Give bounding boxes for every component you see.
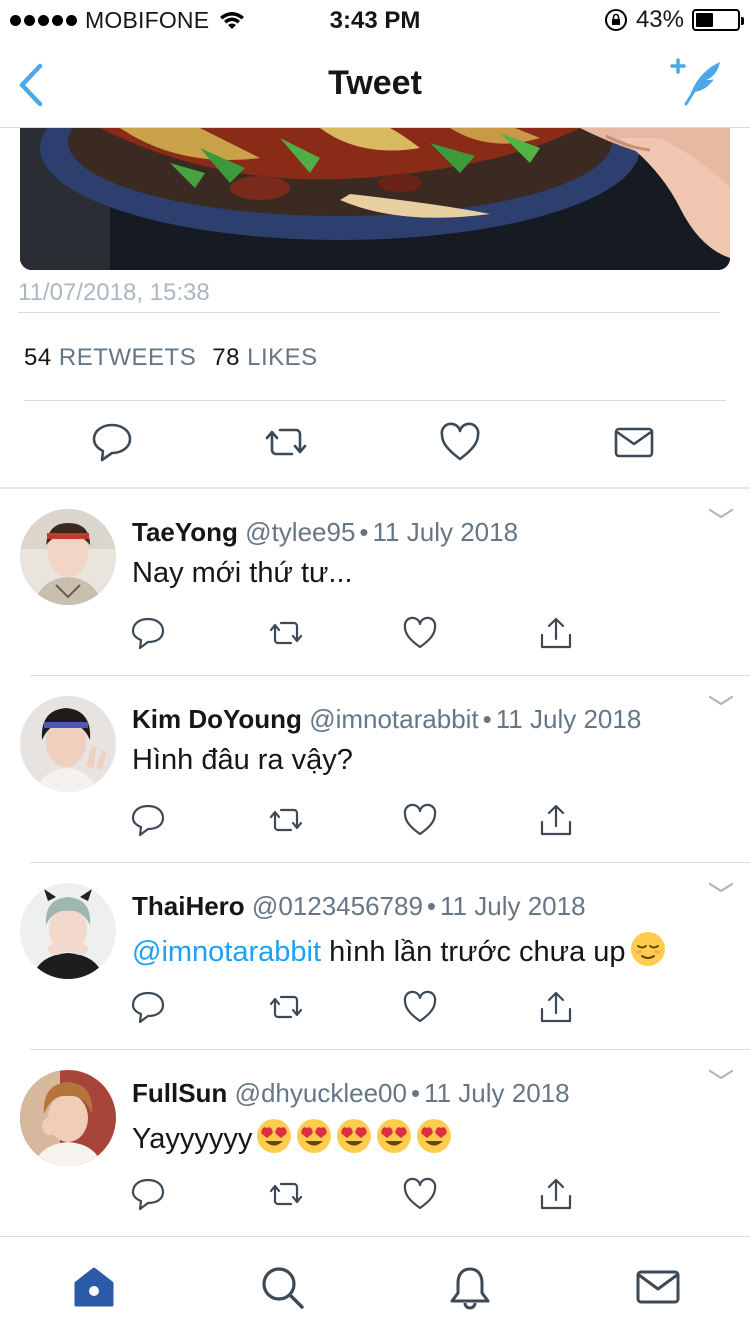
likes-label: LIKES <box>247 344 318 371</box>
retweet-icon[interactable] <box>268 989 304 1025</box>
reply-text: Hình đâu ra vậy? <box>132 744 353 776</box>
tab-bar <box>0 1236 750 1334</box>
retweets-stat[interactable]: 54 RETWEETS <box>24 344 196 371</box>
tab-messages[interactable] <box>634 1263 682 1311</box>
battery-percent: 43% <box>635 6 684 33</box>
status-right: 43% <box>604 6 744 34</box>
avatar[interactable] <box>20 696 116 792</box>
reply-icon[interactable] <box>130 615 166 651</box>
reply-header: TaeYong @tylee95 • 11 July 2018 <box>132 517 518 548</box>
user-handle[interactable]: @imnotarabbit <box>309 704 478 734</box>
user-name[interactable]: FullSun <box>132 1078 227 1108</box>
reply-item[interactable]: ThaiHero @0123456789 • 11 July 2018 @imnot… <box>0 863 750 1050</box>
reply-icon[interactable] <box>130 802 166 838</box>
retweets-label: RETWEETS <box>58 344 197 371</box>
tab-home[interactable] <box>70 1263 118 1311</box>
divider <box>24 400 726 401</box>
reply-text: @imnotarabbit hình lần trước chưa up <box>132 931 666 969</box>
reply-date: 11 July 2018 <box>440 891 586 921</box>
reply-item[interactable]: Kim DoYoung @imnotarabbit • 11 July 2018 H… <box>0 676 750 863</box>
retweets-count: 54 <box>24 344 52 371</box>
reply-date: 11 July 2018 <box>495 704 642 734</box>
chevron-down-icon[interactable] <box>708 507 734 521</box>
user-name[interactable]: TaeYong <box>132 517 238 547</box>
user-name[interactable]: Kim DoYoung <box>132 704 302 734</box>
divider <box>18 312 720 313</box>
user-handle[interactable]: @dhyucklee00 <box>235 1078 407 1108</box>
heart-eyes-emoji-icon <box>417 1119 452 1153</box>
user-handle[interactable]: @tylee95 <box>245 517 355 547</box>
reply-actions <box>130 802 590 838</box>
user-name[interactable]: ThaiHero <box>132 891 245 921</box>
avatar[interactable] <box>20 1070 116 1166</box>
reply-item[interactable]: FullSun @dhyucklee00 • 11 July 2018 Yayyyy… <box>0 1050 750 1237</box>
separator: • <box>359 517 369 547</box>
retweet-button[interactable] <box>264 420 308 464</box>
separator: • <box>482 704 492 734</box>
reply-header: Kim DoYoung @imnotarabbit • 11 July 2018 <box>132 704 641 735</box>
reply-text: Nay mới thứ tư... <box>132 557 353 589</box>
reply-icon[interactable] <box>130 989 166 1025</box>
share-icon[interactable] <box>538 802 574 838</box>
battery-icon <box>692 9 744 31</box>
mention-link[interactable]: @imnotarabbit <box>132 936 321 968</box>
relieved-face-emoji-icon <box>630 932 665 966</box>
likes-stat[interactable]: 78 LIKES <box>212 344 317 371</box>
reply-date: 11 July 2018 <box>372 517 519 547</box>
share-icon[interactable] <box>538 615 574 651</box>
tweet-stats: 54 RETWEETS 78 LIKES <box>24 344 318 372</box>
orientation-lock-icon <box>604 9 627 31</box>
heart-eyes-emoji-icon <box>337 1119 372 1153</box>
share-icon[interactable] <box>538 1176 574 1212</box>
reply-actions <box>130 989 590 1025</box>
reply-text: Yayyyyyy <box>132 1118 452 1156</box>
avatar[interactable] <box>20 883 116 979</box>
heart-eyes-emoji-icon <box>297 1119 332 1153</box>
reply-header: FullSun @dhyucklee00 • 11 July 2018 <box>132 1078 570 1109</box>
heart-eyes-emoji-icon <box>377 1119 412 1153</box>
like-icon[interactable] <box>402 1176 438 1212</box>
nav-bar: Tweet <box>0 40 750 128</box>
like-icon[interactable] <box>402 802 438 838</box>
likes-count: 78 <box>212 344 240 371</box>
reply-icon[interactable] <box>130 1176 166 1212</box>
page-title: Tweet <box>328 64 422 102</box>
separator: • <box>410 1078 421 1108</box>
like-button[interactable] <box>438 420 482 464</box>
tweet-actions <box>0 420 750 470</box>
chevron-down-icon[interactable] <box>708 1068 734 1082</box>
reply-button[interactable] <box>90 420 134 464</box>
retweet-icon[interactable] <box>268 615 304 651</box>
heart-eyes-emoji-icon <box>257 1119 292 1153</box>
chevron-down-icon[interactable] <box>708 694 734 708</box>
reply-actions <box>130 1176 590 1212</box>
like-icon[interactable] <box>402 989 438 1025</box>
like-icon[interactable] <box>402 615 438 651</box>
retweet-icon[interactable] <box>268 802 304 838</box>
status-bar: MOBIFONE 3:43 PM 43% <box>0 0 750 40</box>
avatar[interactable] <box>20 509 116 605</box>
chevron-down-icon[interactable] <box>708 881 734 895</box>
tweet-timestamp: 11/07/2018, 15:38 <box>18 279 210 306</box>
share-icon[interactable] <box>538 989 574 1025</box>
reply-item[interactable]: TaeYong @tylee95 • 11 July 2018 Nay mới th… <box>0 489 750 676</box>
tab-search[interactable] <box>258 1263 306 1311</box>
reply-actions <box>130 615 590 651</box>
reply-header: ThaiHero @0123456789 • 11 July 2018 <box>132 891 586 922</box>
direct-message-button[interactable] <box>612 420 656 464</box>
user-handle[interactable]: @0123456789 <box>252 891 423 921</box>
tweet-image[interactable] <box>20 128 730 270</box>
heart-eyes-emoji-row <box>252 1119 452 1155</box>
reply-text-body: hình lần trước chưa up <box>321 936 626 968</box>
separator: • <box>426 891 437 921</box>
compose-tweet-button[interactable] <box>666 56 724 106</box>
reply-date: 11 July 2018 <box>424 1078 570 1108</box>
retweet-icon[interactable] <box>268 1176 304 1212</box>
reply-text-body: Yayyyyyy <box>132 1123 253 1155</box>
tab-notifications[interactable] <box>446 1263 494 1311</box>
